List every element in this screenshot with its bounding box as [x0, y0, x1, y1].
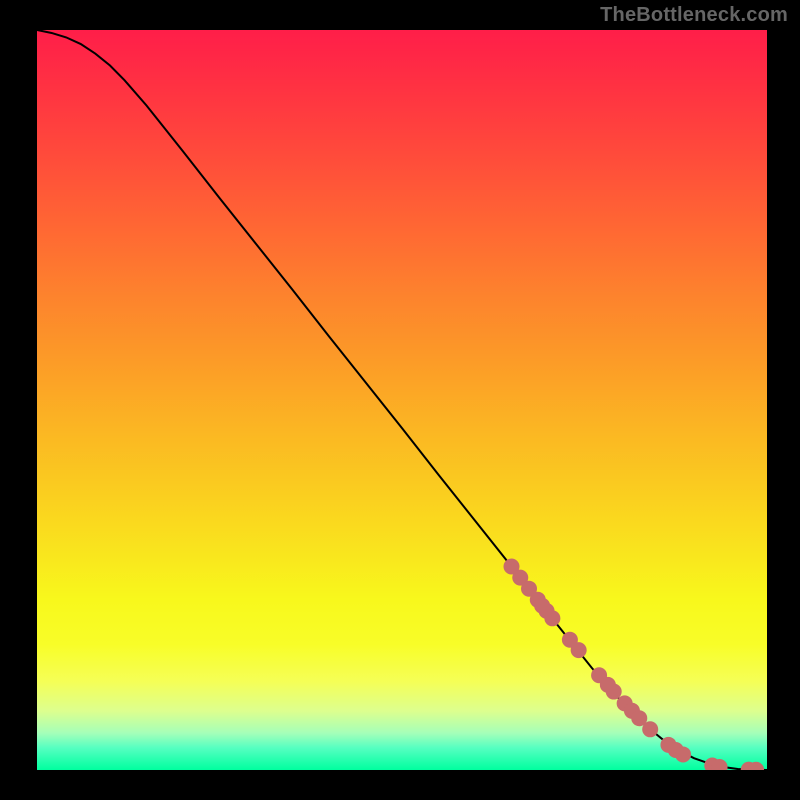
- point: [571, 642, 587, 658]
- point: [675, 746, 691, 762]
- gradient-background: [37, 30, 767, 770]
- chart-container: TheBottleneck.com: [0, 0, 800, 800]
- plot-area: [37, 30, 767, 770]
- point: [642, 721, 658, 737]
- watermark-text: TheBottleneck.com: [600, 4, 788, 27]
- point: [544, 610, 560, 626]
- point: [606, 684, 622, 700]
- chart-svg: [37, 30, 767, 770]
